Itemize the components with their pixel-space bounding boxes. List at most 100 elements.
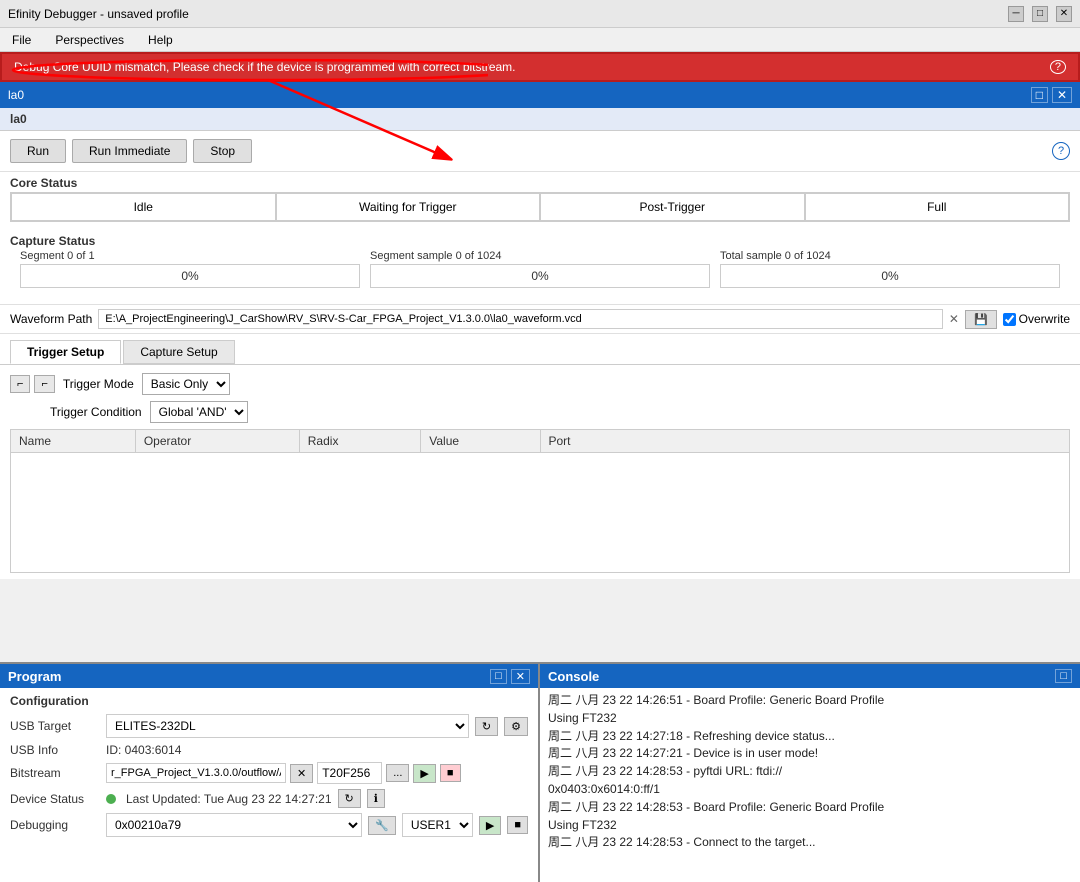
tab-trigger-setup[interactable]: Trigger Setup (10, 340, 121, 364)
debugging-row: Debugging 0x00210a79 🔧 USER1 ▶ ■ (10, 813, 528, 837)
stop-button[interactable]: Stop (193, 139, 252, 163)
overwrite-checkbox[interactable] (1003, 313, 1016, 326)
col-value: Value (421, 430, 540, 453)
menu-perspectives[interactable]: Perspectives (47, 31, 132, 49)
la0-close-button[interactable]: ✕ (1052, 87, 1072, 103)
core-status-grid: Idle Waiting for Trigger Post-Trigger Fu… (10, 192, 1070, 222)
waveform-label: Waveform Path (10, 312, 92, 326)
program-restore-button[interactable]: □ (490, 669, 507, 684)
run-button[interactable]: Run (10, 139, 66, 163)
waveform-row: Waveform Path ✕ 💾 Overwrite (0, 304, 1080, 334)
bitstream-browse-button[interactable]: ... (386, 764, 409, 782)
help-icon[interactable]: ? (1052, 142, 1070, 160)
console-line: 周二 八月 23 22 14:28:53 - Connect to the ta… (548, 834, 1072, 851)
minimize-button[interactable]: ─ (1008, 6, 1024, 22)
config-label: Configuration (10, 694, 528, 708)
capture-segment-sample-value: 0% (370, 264, 710, 288)
debugging-stop-button[interactable]: ■ (507, 816, 528, 834)
menu-help[interactable]: Help (140, 31, 181, 49)
device-status-row: Device Status Last Updated: Tue Aug 23 2… (10, 789, 528, 808)
la0-tab-bar: la0 □ ✕ (0, 82, 1080, 108)
debugging-load-button[interactable]: 🔧 (368, 816, 396, 835)
status-waiting: Waiting for Trigger (276, 193, 541, 221)
capture-total-sample-label: Total sample 0 of 1024 (720, 250, 1060, 262)
trigger-icon-group: ⌐ ⌐ (10, 375, 55, 393)
console-title-bar: Console □ (540, 664, 1080, 688)
waveform-clear-button[interactable]: ✕ (949, 312, 959, 326)
bitstream-clear-button[interactable]: ✕ (290, 764, 313, 783)
toolbar-row: Run Run Immediate Stop ? (0, 131, 1080, 172)
capture-total-sample-value: 0% (720, 264, 1060, 288)
console-line: 周二 八月 23 22 14:27:18 - Refreshing device… (548, 728, 1072, 745)
user-select[interactable]: USER1 (402, 813, 473, 837)
debugging-run-button[interactable]: ▶ (479, 816, 501, 835)
la0-restore-button[interactable]: □ (1031, 87, 1048, 103)
usb-info-value: ID: 0403:6014 (106, 743, 181, 757)
device-status-dot (106, 794, 116, 804)
program-title-bar: Program □ ✕ (0, 664, 538, 688)
capture-status-label: Capture Status (0, 230, 1080, 250)
overwrite-label: Overwrite (1019, 312, 1070, 326)
device-refresh-button[interactable]: ↻ (338, 789, 361, 808)
title-bar: Efinity Debugger - unsaved profile ─ □ ✕ (0, 0, 1080, 28)
trigger-setup-panel: ⌐ ⌐ Trigger Mode Basic Only Trigger Cond… (0, 364, 1080, 579)
trigger-condition-row: Trigger Condition Global 'AND' (10, 401, 1070, 423)
console-line: 周二 八月 23 22 14:27:21 - Device is in user… (548, 745, 1072, 762)
program-close-button[interactable]: ✕ (511, 669, 530, 684)
waveform-path-input[interactable] (98, 309, 943, 329)
waveform-save-button[interactable]: 💾 (965, 310, 997, 329)
overwrite-wrap: Overwrite (1003, 312, 1070, 326)
console-line: Using FT232 (548, 817, 1072, 834)
la0-tab-controls[interactable]: □ ✕ (1031, 87, 1072, 103)
console-panel: Console □ 周二 八月 23 22 14:26:51 - Board P… (540, 664, 1080, 882)
console-title: Console (548, 669, 599, 684)
title-bar-controls[interactable]: ─ □ ✕ (1008, 6, 1072, 22)
usb-target-row: USB Target ELITES-232DL ↻ ⚙ (10, 714, 528, 738)
console-restore-button[interactable]: □ (1055, 669, 1072, 683)
status-post-trigger: Post-Trigger (540, 193, 805, 221)
device-info-button[interactable]: ℹ (367, 789, 385, 808)
usb-info-label: USB Info (10, 743, 100, 757)
trigger-mode-label: Trigger Mode (63, 377, 134, 391)
capture-segments-label: Segment 0 of 1 (20, 250, 360, 262)
maximize-button[interactable]: □ (1032, 6, 1048, 22)
la0-section-title: la0 (0, 108, 1080, 131)
program-panel: Program □ ✕ Configuration USB Target ELI… (0, 664, 540, 882)
usb-refresh-button[interactable]: ↻ (475, 717, 498, 736)
usb-settings-button[interactable]: ⚙ (504, 717, 528, 736)
bitstream-row: Bitstream ✕ ... ▶ ■ (10, 762, 528, 784)
tab-capture-setup[interactable]: Capture Setup (123, 340, 234, 364)
error-help-button[interactable]: ? (1050, 60, 1066, 74)
menu-file[interactable]: File (4, 31, 39, 49)
run-immediate-button[interactable]: Run Immediate (72, 139, 187, 163)
device-status-text: Last Updated: Tue Aug 23 22 14:27:21 (126, 792, 332, 806)
capture-segments-value: 0% (20, 264, 360, 288)
core-status-label: Core Status (0, 172, 1080, 192)
debugging-select[interactable]: 0x00210a79 (106, 813, 362, 837)
error-message: Debug Core UUID mismatch, Please check i… (14, 60, 516, 74)
bitstream-label: Bitstream (10, 766, 100, 780)
window-title: Efinity Debugger - unsaved profile (8, 7, 189, 21)
bitstream-type-input[interactable] (317, 762, 382, 784)
console-line: 0x0403:0x6014:0:ff/1 (548, 781, 1072, 798)
console-content[interactable]: 周二 八月 23 22 14:26:51 - Board Profile: Ge… (540, 688, 1080, 882)
trigger-condition-label: Trigger Condition (50, 405, 142, 419)
program-title: Program (8, 669, 61, 684)
tabs-row: Trigger Setup Capture Setup (0, 334, 1080, 364)
bitstream-stop-button[interactable]: ■ (440, 764, 461, 782)
capture-segments: Segment 0 of 1 0% (20, 250, 360, 288)
status-full: Full (805, 193, 1070, 221)
bitstream-input[interactable] (106, 763, 286, 783)
bitstream-program-button[interactable]: ▶ (413, 764, 435, 783)
trigger-condition-select[interactable]: Global 'AND' (150, 401, 248, 423)
close-button[interactable]: ✕ (1056, 6, 1072, 22)
trigger-remove-icon[interactable]: ⌐ (34, 375, 54, 393)
trigger-add-icon[interactable]: ⌐ (10, 375, 30, 393)
trigger-mode-select[interactable]: Basic Only (142, 373, 230, 395)
trigger-mode-row: ⌐ ⌐ Trigger Mode Basic Only (10, 373, 1070, 395)
console-line: 周二 八月 23 22 14:26:51 - Board Profile: Ge… (548, 692, 1072, 709)
program-content: Configuration USB Target ELITES-232DL ↻ … (0, 688, 538, 882)
la0-tab-label[interactable]: la0 (8, 88, 24, 102)
usb-info-row: USB Info ID: 0403:6014 (10, 743, 528, 757)
usb-target-select[interactable]: ELITES-232DL (106, 714, 469, 738)
